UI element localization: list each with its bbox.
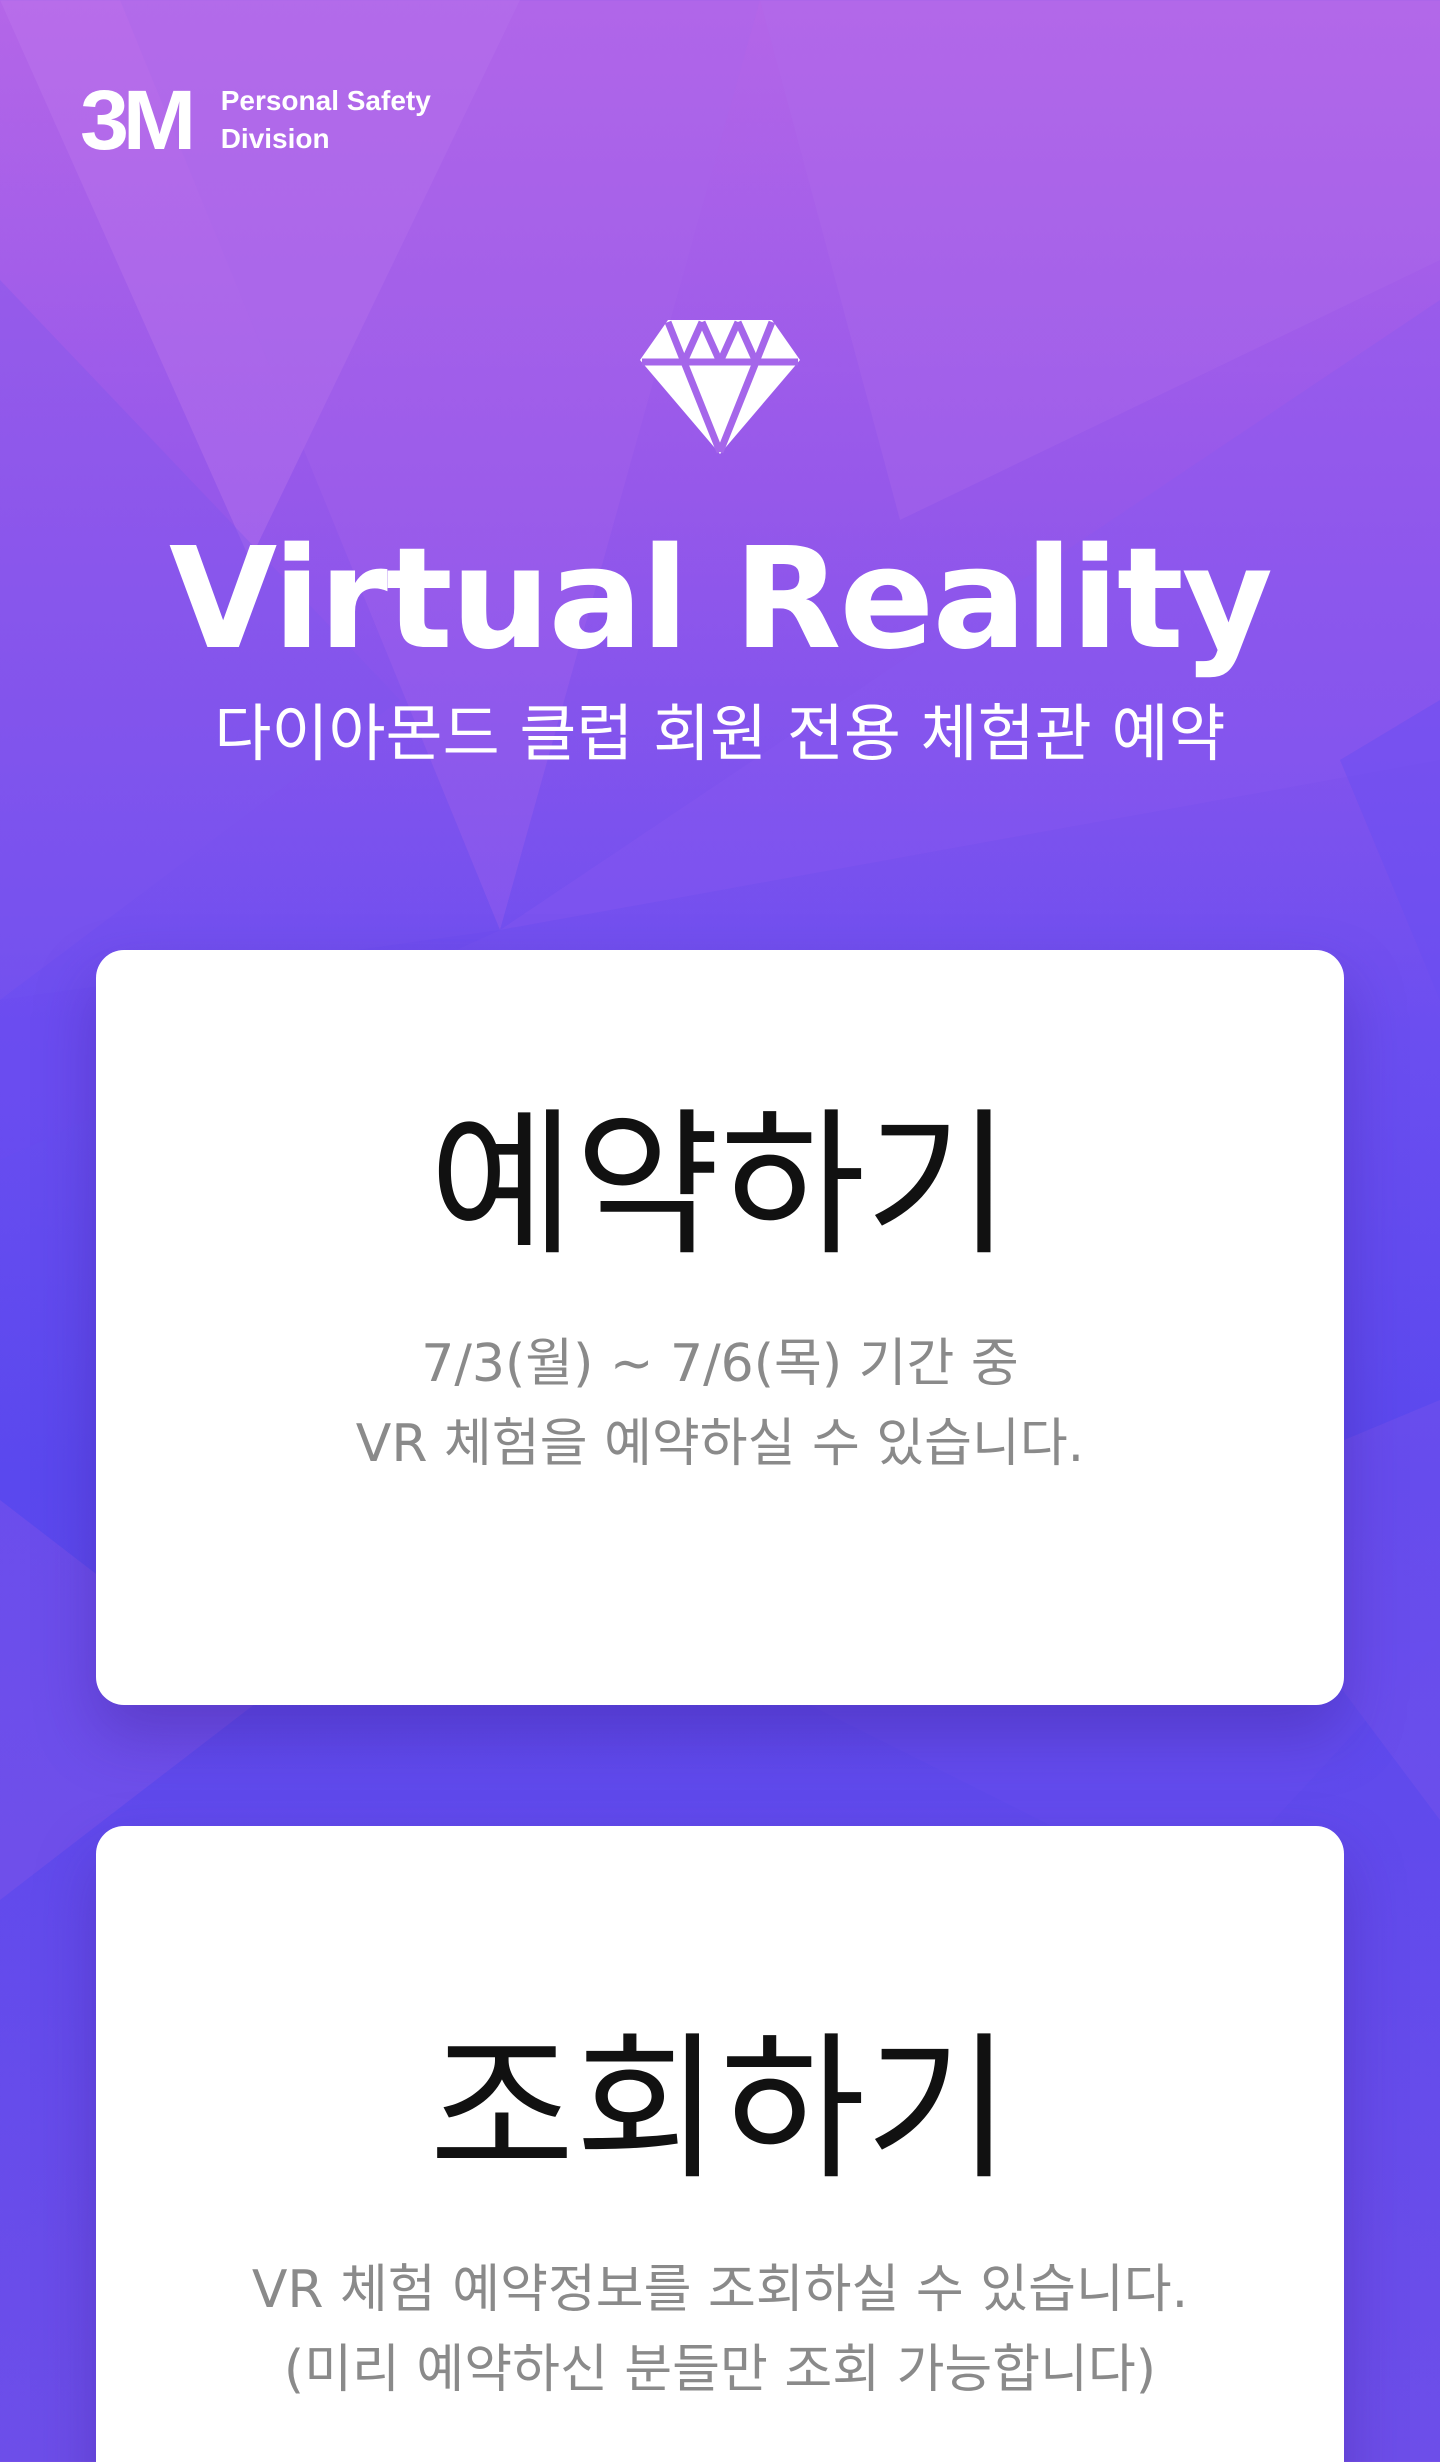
lookup-card-title: 조회하기 [429,2018,1011,2202]
reserve-card-period: 7/3(월) ~ 7/6(목) 기간 중 [421,1334,1019,1394]
division-label-line1: Personal Safety [220,85,431,116]
brand-header: 3M Personal Safety Division [80,78,431,162]
lookup-card[interactable]: 조회하기 VR 체험 예약정보를 조회하실 수 있습니다. (미리 예약하신 분… [96,1826,1344,2462]
division-label-line2: Division [220,123,330,154]
page-title: Virtual Reality [168,518,1273,681]
reserve-card[interactable]: 예약하기 7/3(월) ~ 7/6(목) 기간 중 VR 체험을 예약하실 수 … [96,950,1344,1705]
page-subtitle: 다이아몬드 클럽 회원 전용 체험관 예약 [214,697,1226,770]
reserve-card-title: 예약하기 [429,1094,1011,1278]
division-label: Personal Safety Division [221,82,431,158]
lookup-card-description: VR 체험 예약정보를 조회하실 수 있습니다. [251,2260,1189,2320]
reserve-card-description: VR 체험을 예약하실 수 있습니다. [355,1414,1085,1474]
lookup-card-note: (미리 예약하신 분들만 조회 가능합니다) [283,2340,1157,2400]
3m-logo[interactable]: 3M [80,78,196,162]
diamond-icon [640,320,800,454]
